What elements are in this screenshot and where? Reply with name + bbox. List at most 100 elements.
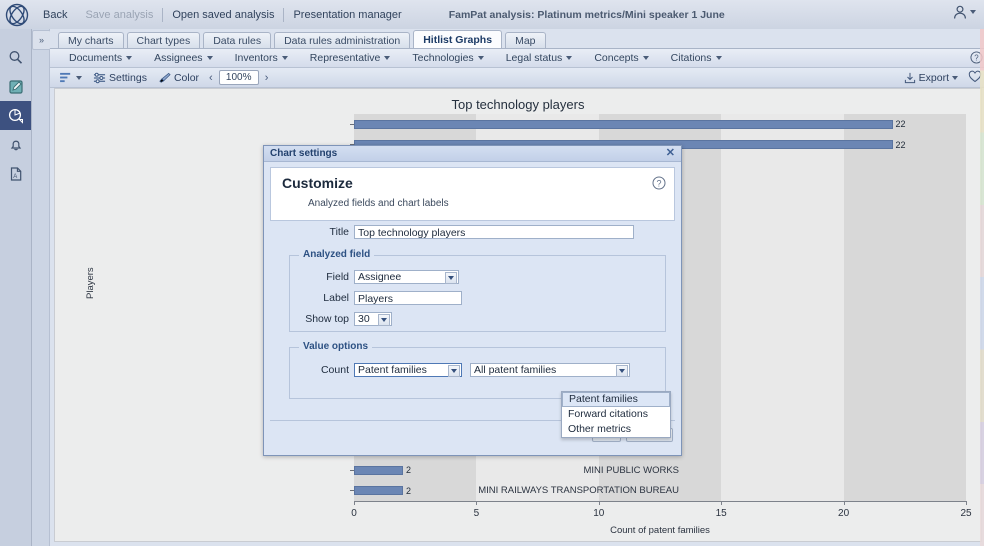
dialog-close-button[interactable]: ✕ [666,146,675,161]
chart-toolbar: Settings Color ‹ 100% › Export [50,68,984,88]
collapse-panel-button[interactable]: » [32,30,51,50]
menu-representative[interactable]: Representative [299,52,402,64]
x-tick-label: 25 [960,508,971,519]
show-top-value: 30 [358,312,370,326]
settings-label: Settings [109,72,147,84]
tab-map[interactable]: Map [505,32,545,49]
field-select[interactable]: Assignee [354,270,459,284]
chevron-down-icon [126,56,132,60]
tab-chart-types[interactable]: Chart types [127,32,201,49]
label-input[interactable]: Players [354,291,462,305]
y-tick [350,470,354,471]
show-top-label: Show top [290,313,349,325]
count-scope-value: All patent families [474,363,556,377]
field-select-value: Assignee [358,270,401,284]
count-scope-select[interactable]: All patent families [470,363,630,377]
count-label: Count [290,364,349,376]
settings-button[interactable]: Settings [89,70,151,85]
menu-technologies[interactable]: Technologies [401,52,494,64]
x-tick [599,501,600,505]
count-option-other-metrics[interactable]: Other metrics [562,422,670,437]
menu-concepts[interactable]: Concepts [583,52,659,64]
zoom-next-button[interactable]: › [262,72,272,84]
count-select[interactable]: Patent families [354,363,462,377]
count-dropdown-menu[interactable]: Patent families Forward citations Other … [561,391,671,438]
menu-legal-status[interactable]: Legal status [495,52,584,64]
bar-value-label: 2 [406,466,411,475]
svg-text:?: ? [974,53,979,62]
chart-type-button[interactable] [56,70,86,85]
main-panel: My charts Chart types Data rules Data ru… [50,29,984,546]
tab-hitlist-graphs[interactable]: Hitlist Graphs [413,30,502,49]
zoom-level-input[interactable]: 100% [219,70,259,85]
sidebar-item-edit[interactable] [0,72,31,101]
export-icon [904,72,916,84]
dialog-heading: Customize [282,175,353,191]
chevron-down-icon [952,76,958,80]
analyzed-field-group: Analyzed field Field Assignee Label Play… [289,255,666,332]
right-edge-strip [980,29,984,546]
chart-type-icon [60,72,73,83]
open-saved-analysis-link[interactable]: Open saved analysis [163,9,283,21]
y-category-label: MINI PUBLIC WORKS [583,465,679,476]
tab-bar: My charts Chart types Data rules Data ru… [58,30,546,49]
chart-title: Top technology players [55,97,981,112]
export-button[interactable]: Export [900,71,962,86]
menu-bar: Documents Assignees Inventors Representa… [50,49,984,68]
zoom-prev-button[interactable]: ‹ [206,72,216,84]
dialog-titlebar: Chart settings ✕ [264,146,681,162]
document-icon: A [7,165,25,183]
sidebar-item-documents[interactable]: A [0,159,31,188]
analyzed-field-legend: Analyzed field [299,249,374,260]
menu-technologies-label: Technologies [412,52,473,64]
user-icon [952,4,968,20]
bar[interactable] [354,120,893,129]
menu-documents[interactable]: Documents [58,52,143,64]
presentation-manager-link[interactable]: Presentation manager [284,9,410,21]
value-options-legend: Value options [299,341,372,352]
y-category-label: MINI RAILWAYS TRANSPORTATION BUREAU [478,485,679,496]
app-logo-icon [0,0,34,29]
chevron-down-icon [384,56,390,60]
application-window: Back Save analysis Open saved analysis P… [0,0,984,546]
x-tick-label: 15 [716,508,727,519]
label-field-label: Label [290,292,349,304]
chevron-down-icon [282,56,288,60]
help-icon: ? [652,176,666,190]
svg-text:?: ? [656,178,661,188]
sidebar-item-charts[interactable] [0,101,31,130]
bar[interactable] [354,486,403,495]
sidebar-item-alerts[interactable] [0,130,31,159]
x-tick [721,501,722,505]
secondary-rail [32,29,50,546]
sidebar-item-search[interactable] [0,43,31,72]
dialog-help-button[interactable]: ? [652,176,666,193]
bar-value-label: 22 [896,120,906,129]
chevron-down-icon [378,314,390,326]
count-option-patent-families[interactable]: Patent families [562,392,670,407]
bar[interactable] [354,466,403,475]
tab-my-charts[interactable]: My charts [58,32,124,49]
menu-assignees[interactable]: Assignees [143,52,223,64]
x-tick [354,501,355,505]
chart-icon [7,107,25,125]
tab-data-rules-administration[interactable]: Data rules administration [274,32,410,49]
y-tick [350,124,354,125]
save-analysis-link[interactable]: Save analysis [76,9,162,21]
user-menu[interactable] [952,4,976,20]
menu-citations[interactable]: Citations [660,52,733,64]
x-tick [966,501,967,505]
title-input[interactable]: Top technology players [354,225,634,239]
color-button[interactable]: Color [154,70,203,85]
tab-data-rules[interactable]: Data rules [203,32,271,49]
show-top-select[interactable]: 30 [354,312,392,326]
count-option-forward-citations[interactable]: Forward citations [562,407,670,422]
count-select-value: Patent families [358,363,427,377]
chevron-down-icon [566,56,572,60]
back-link[interactable]: Back [34,9,76,21]
menu-documents-label: Documents [69,52,122,64]
chevron-down-icon [616,365,628,377]
user-menu-caret-icon [970,10,976,14]
y-axis-label: Players [85,267,96,299]
menu-inventors[interactable]: Inventors [224,52,299,64]
